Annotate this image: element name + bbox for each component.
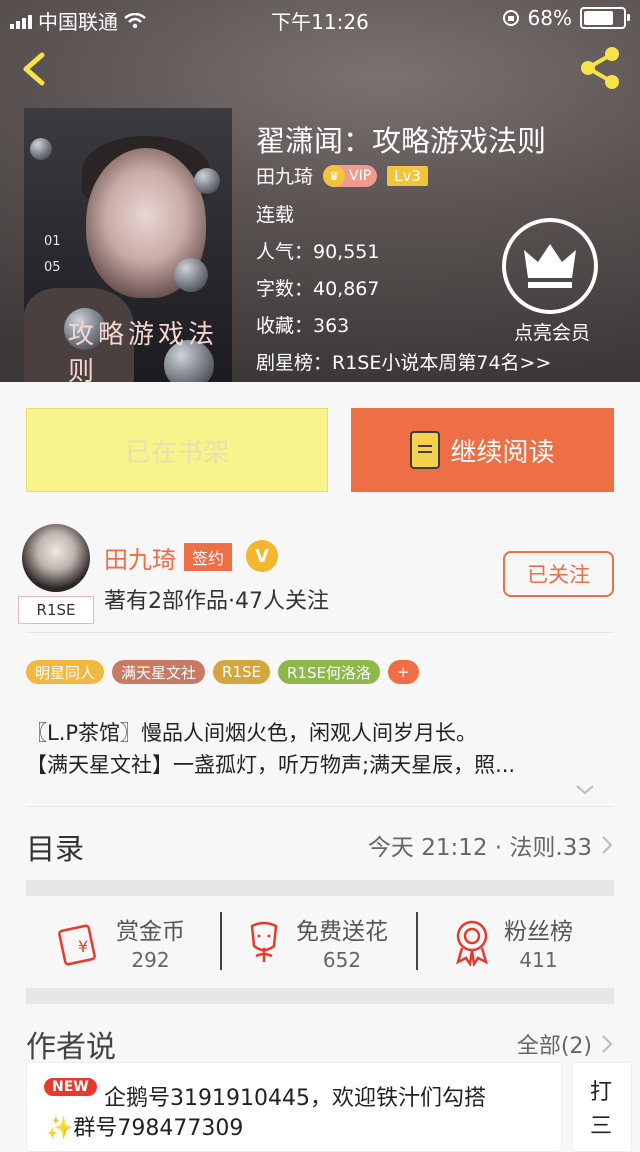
continue-reading-label: 继续阅读 <box>450 437 555 468</box>
cover-orb <box>194 168 220 194</box>
author-note-line: 企鹅号3191910445，欢迎铁汁们勾搭 <box>104 1086 486 1111</box>
divider <box>26 632 614 633</box>
stat-value: 411 <box>519 948 558 972</box>
toc-title[interactable]: 目录 <box>26 826 84 868</box>
stat-value: 292 <box>131 948 170 972</box>
tag-list: 明星同人 满天星文社 R1SE R1SE何洛洛 + <box>26 660 419 684</box>
reward-coin-icon: ¥ <box>58 924 96 966</box>
svg-text:¥: ¥ <box>78 937 88 956</box>
author-avatar[interactable] <box>22 524 90 592</box>
book-icon <box>410 431 441 469</box>
reward-coin-stat[interactable]: ¥ 赏金币 292 <box>56 912 185 972</box>
vip-badge: ♛ VIP <box>323 164 378 187</box>
author-note-line: ✨群号798477309 <box>46 1116 244 1141</box>
book-popularity: 人气：90,551 <box>256 241 380 263</box>
author-says-title: 作者说 <box>26 1030 116 1065</box>
follow-button[interactable]: 已关注 <box>503 551 614 597</box>
stat-label: 赏金币 <box>116 919 185 945</box>
divider <box>26 806 614 807</box>
new-badge: NEW <box>44 1078 97 1096</box>
member-button[interactable] <box>502 218 598 314</box>
section-band <box>26 988 614 1004</box>
stat-value: 652 <box>322 948 362 972</box>
author-says-all-label: 全部(2) <box>516 1034 592 1059</box>
cover-number: 01 <box>44 234 61 249</box>
toc-latest-label: 今天 21:12 · 法则.33 <box>367 835 592 861</box>
author-note-line: 打 <box>590 1080 613 1105</box>
chevron-right-icon <box>602 1035 613 1053</box>
divider <box>416 912 418 970</box>
add-tag-button[interactable]: + <box>387 660 419 684</box>
tag-item[interactable]: 明星同人 <box>26 660 105 684</box>
description-line: 【满天星文社】一盏孤灯，听万物声;满天星辰，照... <box>26 753 516 777</box>
chevron-down-icon[interactable] <box>575 780 595 800</box>
vip-label: VIP <box>349 167 372 184</box>
back-icon[interactable] <box>18 52 52 86</box>
verified-icon: V <box>246 540 278 572</box>
status-right: 68% <box>502 6 630 30</box>
divider <box>220 912 222 970</box>
book-ranking-link[interactable]: 剧星榜：R1SE小说本周第74名>> <box>256 348 551 375</box>
book-cover[interactable]: 01 05 攻略游戏法则 <box>24 108 232 382</box>
book-title: 翟潇闻：攻略游戏法则 <box>256 124 547 158</box>
signed-badge: 签约 <box>184 543 233 571</box>
author-says-all[interactable]: 全部(2) <box>517 1028 614 1060</box>
battery-icon <box>580 7 630 29</box>
stat-label: 免费送花 <box>296 919 388 945</box>
book-favorites: 收藏：363 <box>256 315 350 337</box>
fan-rank-stat[interactable]: 粉丝榜 411 <box>452 912 573 972</box>
book-header: 中国联通 下午11:26 68% 01 05 攻略游戏法则 翟潇闻：攻略游戏法则… <box>0 0 640 382</box>
tag-item[interactable]: R1SE <box>213 660 270 684</box>
tag-item[interactable]: R1SE何洛洛 <box>278 660 380 684</box>
battery-percent: 68% <box>527 6 572 30</box>
crown-icon <box>524 244 576 288</box>
cover-title: 攻略游戏法则 <box>68 320 219 382</box>
level-badge: Lv3 <box>387 165 428 186</box>
description-line: 〖L.P茶馆〗慢品人间烟火色，闲观人间岁月长。 <box>26 721 478 745</box>
author-stats: 著有2部作品·47人关注 <box>104 589 329 614</box>
share-icon[interactable] <box>576 44 624 92</box>
author-name[interactable]: 田九琦 <box>104 540 176 575</box>
cover-orb <box>174 258 208 292</box>
book-word-count: 字数：40,867 <box>256 278 380 300</box>
member-label[interactable]: 点亮会员 <box>500 318 604 345</box>
stat-label: 粉丝榜 <box>504 919 573 945</box>
rotation-lock-icon <box>502 10 519 26</box>
tag-item[interactable]: 满天星文社 <box>112 660 206 684</box>
status-bar: 中国联通 下午11:26 68% <box>0 0 640 36</box>
chevron-right-icon <box>602 836 613 854</box>
book-state: 连载 <box>256 204 295 226</box>
fan-rank-icon <box>456 920 488 966</box>
book-author[interactable]: 田九琦 <box>256 162 313 189</box>
cover-number: 05 <box>44 260 61 275</box>
avatar-tag: R1SE <box>18 596 94 624</box>
cover-orb <box>30 138 52 160</box>
toc-latest-chapter[interactable]: 今天 21:12 · 法则.33 <box>368 828 614 862</box>
author-note-line: 三 <box>590 1114 613 1139</box>
section-band <box>26 880 614 896</box>
book-description[interactable]: 〖L.P茶馆〗慢品人间烟火色，闲观人间岁月长。 【满天星文社】一盏孤灯，听万物声… <box>26 717 616 781</box>
crown-icon: ♛ <box>323 164 346 187</box>
continue-reading-button[interactable]: 继续阅读 <box>351 408 614 492</box>
flower-icon <box>250 921 278 962</box>
on-shelf-button[interactable]: 已在书架 <box>26 408 328 492</box>
flower-stat[interactable]: 免费送花 652 <box>244 912 388 972</box>
book-author-row: 田九琦 ♛ VIP Lv3 <box>256 162 428 189</box>
